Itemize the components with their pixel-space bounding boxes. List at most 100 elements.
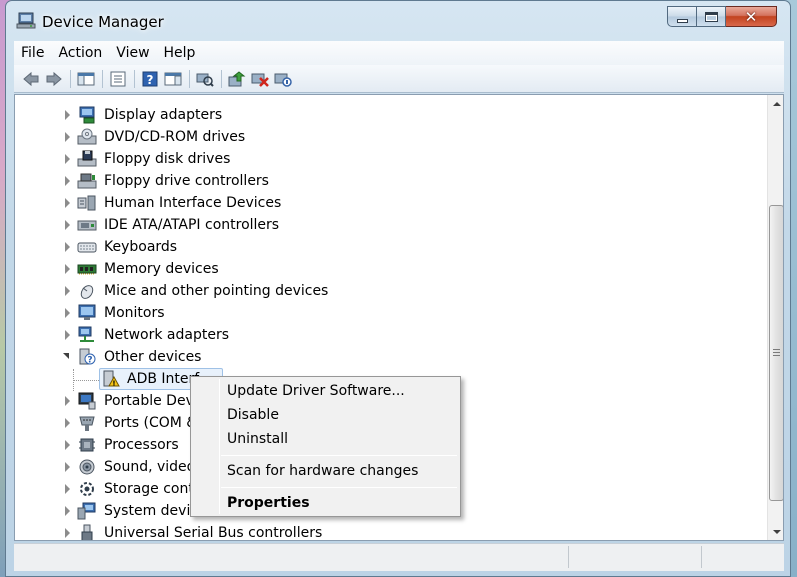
toolbar-separator <box>221 69 222 88</box>
tree-item-label: Other devices <box>104 349 202 365</box>
expand-arrow-icon[interactable] <box>65 176 70 186</box>
tree-item-keyboards[interactable]: Keyboards <box>15 236 767 258</box>
expand-arrow-icon[interactable] <box>65 308 70 318</box>
device-manager-icon <box>16 12 36 29</box>
back-button[interactable] <box>20 68 42 90</box>
storage-controller-icon <box>80 482 94 496</box>
expand-arrow-icon[interactable] <box>65 132 70 142</box>
status-cell <box>702 546 782 568</box>
scroll-up-button[interactable] <box>768 95 783 112</box>
menu-item-scan-hardware[interactable]: Scan for hardware changes <box>227 460 418 482</box>
tree-item-label: Monitors <box>104 305 165 321</box>
expand-arrow-icon[interactable] <box>65 440 70 450</box>
tree-item-label: Storage contr <box>104 481 200 497</box>
menu-item-disable[interactable]: Disable <box>227 404 279 426</box>
tree-item-network-adapters[interactable]: Network adapters <box>15 324 767 346</box>
tree-item-human-interface-devices[interactable]: Human Interface Devices <box>15 192 767 214</box>
menu-view[interactable]: View <box>109 41 156 65</box>
svg-text:?: ? <box>87 356 92 366</box>
thumb-grip <box>773 352 780 353</box>
tree-item-label: DVD/CD-ROM drives <box>104 129 246 145</box>
toolbar-separator <box>70 69 71 88</box>
title-bar[interactable]: Device Manager ✕ <box>6 1 790 41</box>
properties-button[interactable] <box>107 68 129 90</box>
ide-controller-icon <box>77 220 97 231</box>
tree-item-label: Memory devices <box>104 261 219 277</box>
scroll-down-button[interactable] <box>768 523 783 540</box>
expand-arrow-icon[interactable] <box>65 330 70 340</box>
menu-item-uninstall[interactable]: Uninstall <box>227 428 288 450</box>
tree-item-label: ADB Interf <box>127 371 200 387</box>
expand-arrow-icon[interactable] <box>65 418 70 428</box>
tree-item-floppy-drive-controllers[interactable]: Floppy drive controllers <box>15 170 767 192</box>
menu-item-update-driver[interactable]: Update Driver Software... <box>227 380 405 402</box>
monitor-icon <box>78 304 96 320</box>
tree-item-label: Floppy drive controllers <box>104 173 269 189</box>
toolbar-separator <box>189 69 190 88</box>
toolbar: ? <box>14 65 784 93</box>
sound-icon <box>79 459 95 475</box>
expand-arrow-icon[interactable] <box>65 462 70 472</box>
tree-item-universal-serial-bus-controllers[interactable]: Universal Serial Bus controllers <box>15 522 767 541</box>
tree-item-floppy-disk-drives[interactable]: Floppy disk drives <box>15 148 767 170</box>
menu-item-properties[interactable]: Properties <box>227 492 310 514</box>
tree-item-ide-ata-atapi-controllers[interactable]: IDE ATA/ATAPI controllers <box>15 214 767 236</box>
menu-help[interactable]: Help <box>157 41 203 65</box>
status-cell <box>569 546 702 568</box>
window-title: Device Manager <box>42 13 164 31</box>
svg-text:?: ? <box>147 73 154 87</box>
vertical-scrollbar[interactable] <box>767 95 783 540</box>
disable-button[interactable] <box>272 68 294 90</box>
tree-item-display-adapters[interactable]: Display adapters <box>15 104 767 126</box>
expand-arrow-icon[interactable] <box>65 396 70 406</box>
menu-separator <box>221 487 457 488</box>
minimize-icon <box>676 18 688 23</box>
tree-item-other-devices[interactable]: ? Other devices <box>15 346 767 368</box>
disable-icon <box>274 73 292 87</box>
menu-file[interactable]: File <box>14 41 51 65</box>
forward-button[interactable] <box>43 68 65 90</box>
expand-arrow-icon[interactable] <box>65 506 70 516</box>
back-icon <box>23 71 39 86</box>
tree-item-label: Display adapters <box>104 107 223 123</box>
memory-icon <box>77 264 97 275</box>
action-pane-button[interactable] <box>162 68 184 90</box>
expand-arrow-icon[interactable] <box>65 110 70 120</box>
caption-buttons: ✕ <box>667 6 777 28</box>
update-driver-button[interactable] <box>226 68 248 90</box>
expand-arrow-icon[interactable] <box>65 264 70 274</box>
tree-item-label: Universal Serial Bus controllers <box>104 525 323 541</box>
scrollbar-thumb[interactable] <box>769 205 783 501</box>
tree-item-label: Keyboards <box>104 239 178 255</box>
expand-arrow-icon[interactable] <box>65 220 70 230</box>
warning-device-icon: ! <box>103 370 120 388</box>
help-icon: ? <box>142 71 158 87</box>
expand-arrow-icon[interactable] <box>65 198 70 208</box>
tree-item-label: Mice and other pointing devices <box>104 283 329 299</box>
expand-arrow-icon[interactable] <box>65 484 70 494</box>
expand-arrow-icon[interactable] <box>65 242 70 252</box>
collapse-arrow-icon[interactable] <box>63 353 69 359</box>
menu-bar: File Action View Help <box>14 41 784 65</box>
scan-hardware-button[interactable] <box>194 68 216 90</box>
keyboard-icon <box>77 242 97 253</box>
status-bar <box>14 543 784 571</box>
uninstall-button[interactable] <box>249 68 271 90</box>
tree-item-dvd-cd-rom-drives[interactable]: DVD/CD-ROM drives <box>15 126 767 148</box>
tree-item-memory-devices[interactable]: Memory devices <box>15 258 767 280</box>
help-button[interactable]: ? <box>139 68 161 90</box>
minimize-button[interactable] <box>667 6 697 27</box>
tree-item-label: Processors <box>104 437 179 453</box>
maximize-button[interactable] <box>697 6 726 27</box>
expand-arrow-icon[interactable] <box>65 154 70 164</box>
expand-arrow-icon[interactable] <box>65 528 70 538</box>
thumb-grip <box>773 349 780 350</box>
network-adapter-icon <box>78 326 94 342</box>
expand-arrow-icon[interactable] <box>65 286 70 296</box>
tree-item-mice-and-other-pointing-devices[interactable]: Mice and other pointing devices <box>15 280 767 302</box>
menu-action[interactable]: Action <box>51 41 109 65</box>
processor-icon <box>79 438 95 452</box>
tree-item-monitors[interactable]: Monitors <box>15 302 767 324</box>
show-hide-console-tree-button[interactable] <box>75 68 97 90</box>
close-button[interactable]: ✕ <box>726 6 777 27</box>
